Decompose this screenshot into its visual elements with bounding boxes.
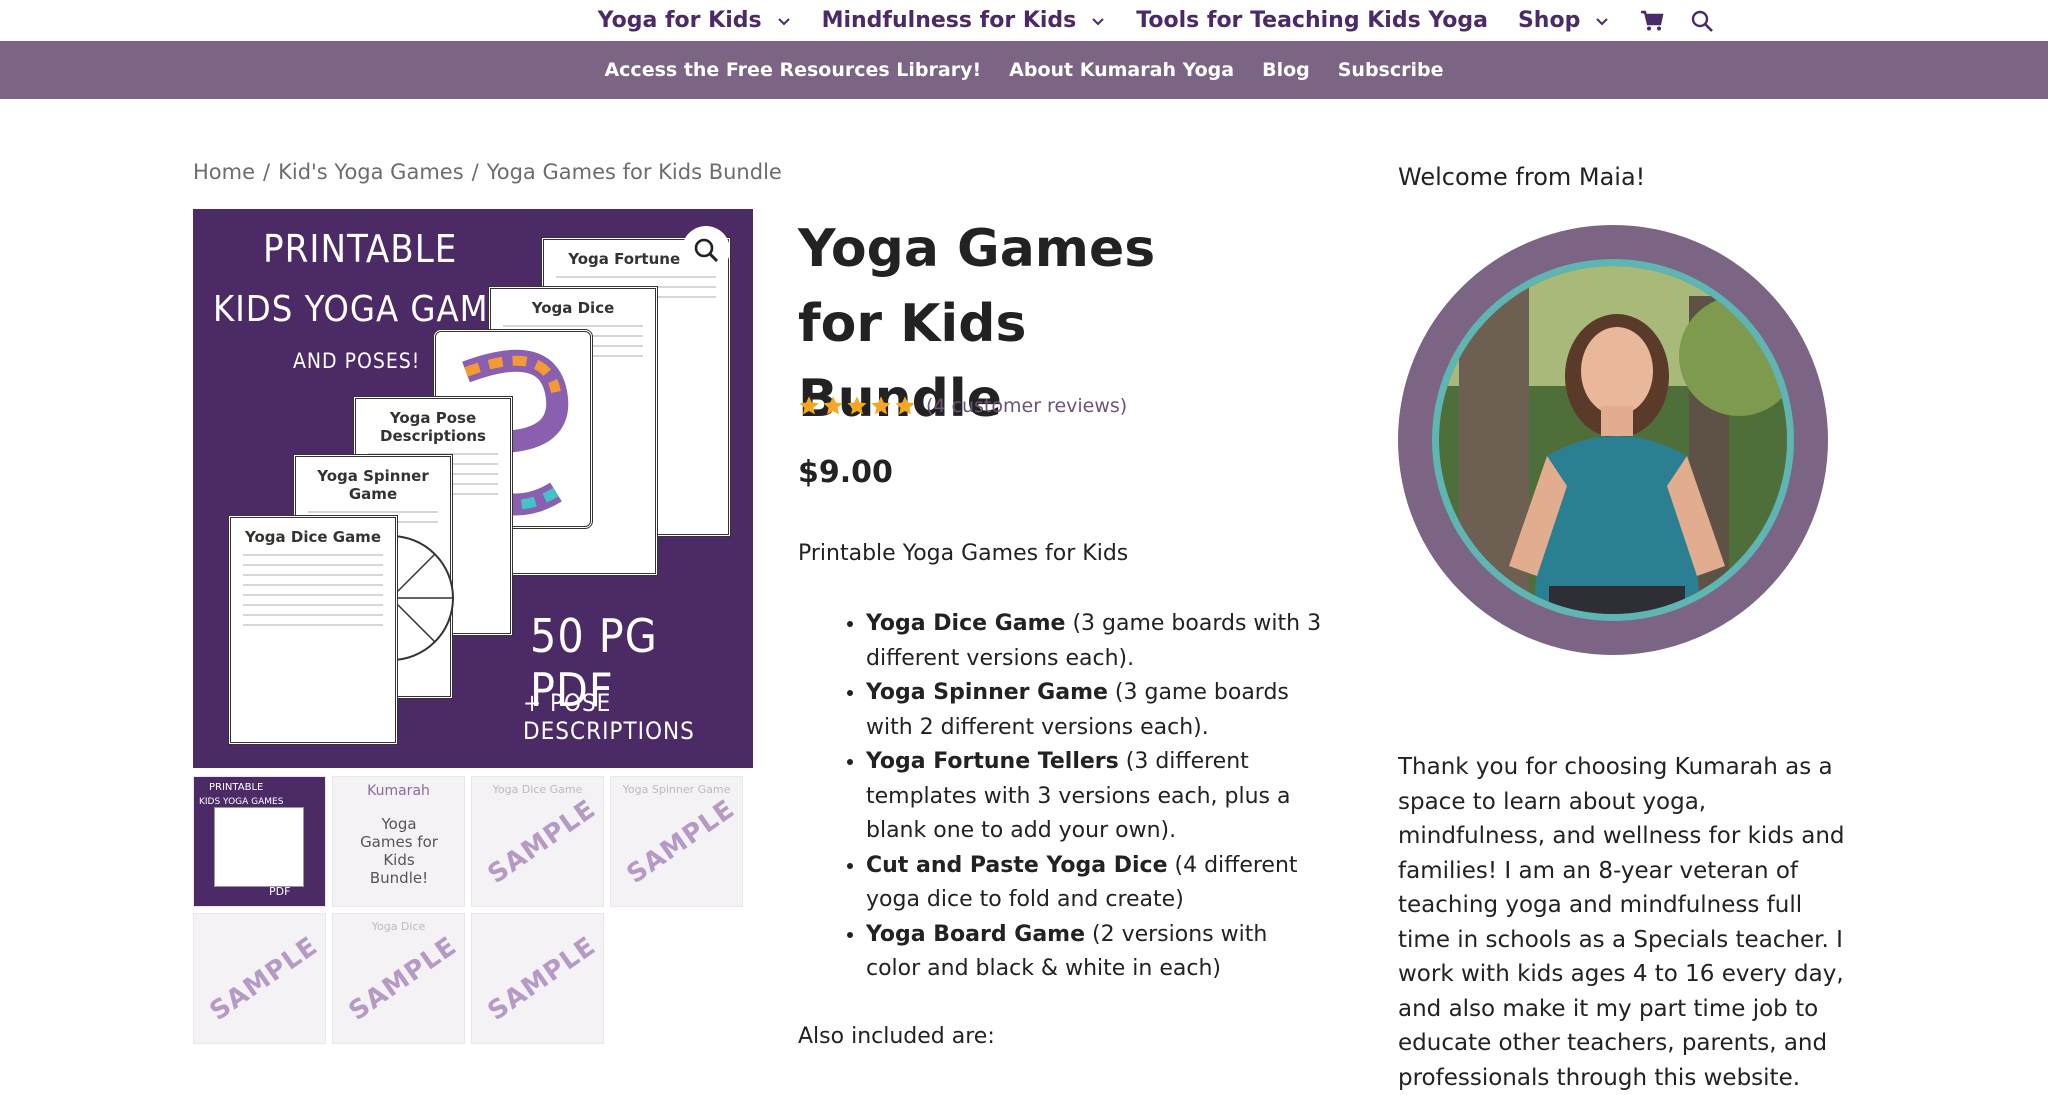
- thumbnail-1[interactable]: PRINTABLE KIDS YOGA GAMES 50 PG PDF: [193, 776, 326, 907]
- list-item: Yoga Fortune Tellers (3 different templa…: [866, 745, 1326, 849]
- sheet-dice-game: Yoga Dice Game: [228, 515, 398, 745]
- sidebar-welcome-heading: Welcome from Maia!: [1398, 163, 1646, 191]
- list-item: Yoga Dice Game (3 game boards with 3 dif…: [866, 607, 1326, 676]
- sample-stamp: SAMPLE: [482, 794, 602, 890]
- breadcrumb: Home / Kid's Yoga Games / Yoga Games for Kid…: [193, 160, 782, 184]
- link-subscribe[interactable]: Subscribe: [1338, 59, 1444, 81]
- star-rating: [798, 395, 916, 417]
- sample-stamp: SAMPLE: [482, 931, 602, 1027]
- image-text-kids-yoga-games: KIDS YOGA GAMES: [213, 289, 532, 330]
- author-photo: [1439, 266, 1787, 614]
- star-icon: [799, 396, 819, 415]
- thumbnail-6[interactable]: Yoga Dice SAMPLE: [332, 913, 465, 1044]
- thumbnail-3[interactable]: Yoga Dice Game SAMPLE: [471, 776, 604, 907]
- product-main-image[interactable]: PRINTABLE KIDS YOGA GAMES AND POSES! Yog…: [193, 209, 753, 768]
- nav-shop[interactable]: Shop: [1518, 8, 1610, 33]
- breadcrumb-separator: /: [263, 160, 271, 184]
- chevron-down-icon: [777, 17, 790, 25]
- customer-reviews-link[interactable]: (4 customer reviews): [926, 395, 1127, 417]
- thumbnail-4[interactable]: Yoga Spinner Game SAMPLE: [610, 776, 743, 907]
- sample-stamp: SAMPLE: [343, 931, 463, 1027]
- nav-mindfulness-for-kids[interactable]: Mindfulness for Kids: [822, 8, 1107, 33]
- star-icon: [871, 396, 891, 415]
- breadcrumb-current: Yoga Games for Kids Bundle: [486, 160, 782, 184]
- nav-tools-for-teaching[interactable]: Tools for Teaching Kids Yoga: [1136, 8, 1488, 33]
- star-icon: [847, 396, 867, 415]
- feature-list: Yoga Dice Game (3 game boards with 3 dif…: [866, 607, 1326, 987]
- nav-yoga-for-kids[interactable]: Yoga for Kids: [598, 8, 792, 33]
- list-item: Yoga Spinner Game (3 game boards with 2 …: [866, 676, 1326, 745]
- star-icon: [895, 396, 915, 415]
- nav-label: Mindfulness for Kids: [821, 8, 1077, 33]
- thumbnail-5[interactable]: SAMPLE: [193, 913, 326, 1044]
- breadcrumb-category[interactable]: Kid's Yoga Games: [278, 160, 464, 184]
- search-icon[interactable]: [1690, 9, 1714, 33]
- list-item: Cut and Paste Yoga Dice (4 different yog…: [866, 849, 1326, 918]
- link-about[interactable]: About Kumarah Yoga: [1009, 59, 1234, 81]
- also-included-heading: Also included are:: [798, 1024, 995, 1049]
- image-text-pose-descriptions: + POSE DESCRIPTIONS: [523, 689, 695, 745]
- link-free-resources[interactable]: Access the Free Resources Library!: [604, 59, 981, 81]
- nav-label: Tools for Teaching Kids Yoga: [1136, 8, 1488, 33]
- sample-stamp: SAMPLE: [621, 794, 741, 890]
- thumbnail-7[interactable]: SAMPLE: [471, 913, 604, 1044]
- product-thumbnails: PRINTABLE KIDS YOGA GAMES 50 PG PDF Kuma…: [193, 776, 753, 1044]
- sample-stamp: SAMPLE: [204, 931, 324, 1027]
- product-description: Printable Yoga Games for Kids: [798, 541, 1129, 566]
- list-item: Yoga Board Game (2 versions with color a…: [866, 918, 1326, 987]
- breadcrumb-separator: /: [471, 160, 479, 184]
- link-blog[interactable]: Blog: [1262, 59, 1310, 81]
- main-navigation: Yoga for Kids Mindfulness for Kids Tools…: [0, 0, 2048, 41]
- zoom-button[interactable]: [682, 226, 730, 274]
- chevron-down-icon: [1092, 17, 1104, 25]
- image-text-printable: PRINTABLE: [263, 227, 458, 271]
- secondary-navigation: Access the Free Resources Library! About…: [0, 41, 2048, 99]
- photo-illustration: [1439, 266, 1787, 614]
- product-rating: (4 customer reviews): [798, 395, 1127, 417]
- chevron-down-icon: [1596, 17, 1609, 25]
- avatar-teal-ring: [1432, 259, 1794, 621]
- breadcrumb-home[interactable]: Home: [193, 160, 255, 184]
- sidebar-intro-text: Thank you for choosing Kumarah as a spac…: [1398, 754, 1845, 1091]
- product-price: $9.00: [798, 455, 893, 490]
- magnifier-icon: [694, 238, 719, 263]
- avatar: [1398, 225, 1828, 655]
- image-text-and-poses: AND POSES!: [293, 349, 421, 373]
- thumbnail-2[interactable]: Kumarah Yoga Games for Kids Bundle!: [332, 776, 465, 907]
- nav-label: Yoga for Kids: [597, 8, 762, 33]
- cart-icon[interactable]: [1640, 10, 1664, 32]
- star-icon: [823, 396, 843, 415]
- nav-label: Shop: [1517, 8, 1581, 33]
